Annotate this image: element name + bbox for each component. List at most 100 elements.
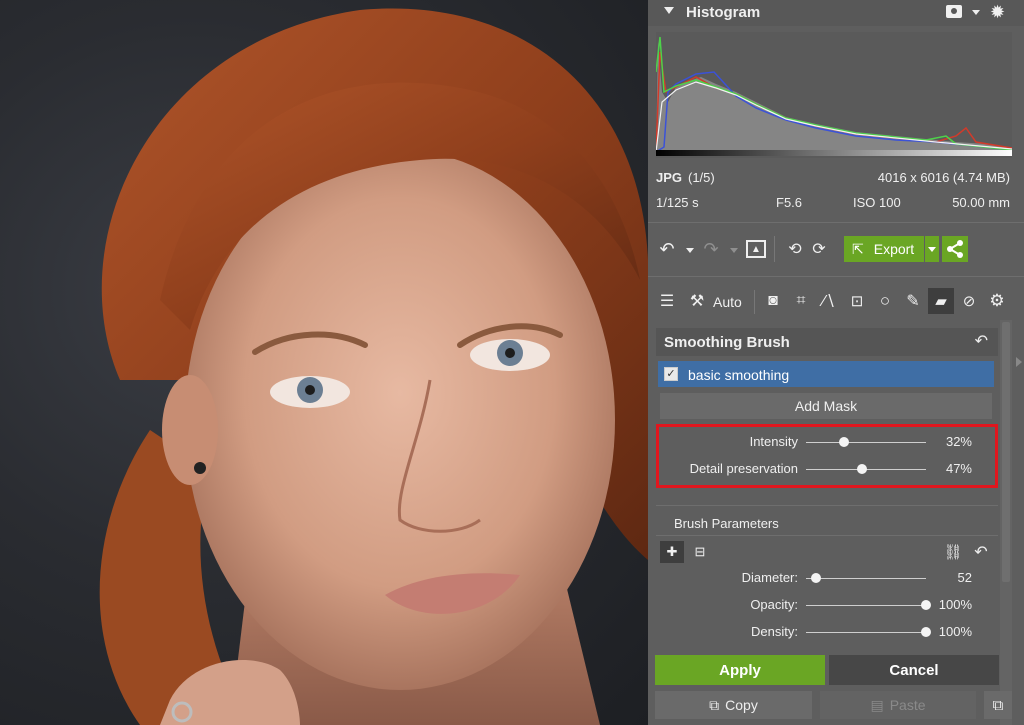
divider [656, 535, 998, 536]
histogram-settings-gear-icon[interactable]: ✹ [990, 3, 1005, 21]
apply-label: Apply [719, 661, 761, 679]
slider-handle[interactable] [921, 600, 931, 610]
divider [648, 222, 1024, 223]
image-compare-icon[interactable]: ▲ [746, 240, 766, 258]
file-index: (1/5) [688, 170, 715, 185]
divider [648, 276, 1024, 277]
mask-checkbox[interactable]: ✓ [664, 367, 678, 381]
exif-aperture: F5.6 [776, 195, 803, 210]
smoothing-brush-icon[interactable]: ▰ [928, 288, 954, 314]
histogram-chart [655, 32, 1013, 158]
exif-shutter: 1/125 s [656, 195, 699, 210]
perspective-icon[interactable]: ∕∖ [818, 290, 840, 312]
slider-row[interactable]: Density: 100% [648, 622, 1024, 642]
slider-value: 52 [957, 570, 972, 585]
slider-value: 100% [938, 624, 972, 639]
brush-icon[interactable]: ✎ [902, 290, 924, 312]
redo-icon[interactable]: ↷ [700, 238, 722, 260]
cancel-label: Cancel [889, 661, 939, 679]
mask-list-item[interactable]: ✓ basic smoothing [658, 361, 994, 387]
brush-erase-icon[interactable]: ⊟ [688, 541, 712, 563]
apply-button[interactable]: Apply [655, 655, 825, 685]
slider-track[interactable] [806, 578, 926, 579]
panel-expand-arrow-icon[interactable] [1016, 357, 1022, 367]
tool-title: Smoothing Brush [664, 334, 790, 351]
slider-track[interactable] [806, 605, 926, 606]
histogram-header[interactable]: Histogram ✹ [648, 0, 1024, 26]
bandage-icon[interactable]: ⊘ [958, 290, 980, 312]
histogram-gradient-bar [656, 150, 1012, 156]
histogram-mode-icon[interactable] [946, 5, 962, 18]
photo-canvas[interactable] [0, 0, 648, 725]
brush-parameters-title: Brush Parameters [674, 516, 779, 531]
export-icon: ⇱ [852, 240, 864, 257]
copy-label: Copy [725, 697, 758, 713]
undo-dropdown-icon[interactable] [686, 248, 694, 253]
slider-row[interactable]: Detail preservation 47% [648, 459, 1024, 479]
mask-name: basic smoothing [688, 367, 790, 383]
exif-focal-length: 50.00 mm [952, 195, 1010, 210]
panel-scrollbar[interactable] [1000, 320, 1012, 725]
reset-brush-icon[interactable]: ↶ [970, 541, 992, 563]
copy-button[interactable]: ⧉ Copy [655, 691, 812, 719]
export-dropdown-button[interactable] [925, 236, 939, 262]
rotate-right-icon[interactable]: ⟳ [808, 238, 830, 260]
slider-track[interactable] [806, 632, 926, 633]
export-label: Export [873, 241, 915, 257]
slider-label: Diameter: [741, 570, 798, 585]
file-format: JPG [656, 170, 683, 185]
slider-value: 32% [945, 434, 972, 449]
magic-wand-icon[interactable]: ⚒ [686, 290, 708, 312]
link-icon[interactable]: ⛓ [942, 541, 964, 563]
share-button[interactable] [942, 236, 968, 262]
add-mask-button[interactable]: Add Mask [660, 393, 992, 419]
share-icon [947, 240, 963, 258]
collapse-triangle-icon[interactable] [664, 7, 674, 14]
right-panel: Histogram ✹ JPG (1/5) 4016 x 6016 (4.74 … [648, 0, 1024, 725]
slider-row[interactable]: Intensity 32% [648, 432, 1024, 452]
sliders-icon[interactable]: ☰ [656, 290, 678, 312]
file-dimensions: 4016 x 6016 (4.74 MB) [877, 170, 1010, 185]
reset-tool-icon[interactable]: ↶ [975, 331, 988, 351]
export-button[interactable]: ⇱ Export [844, 236, 924, 262]
histogram-title: Histogram [686, 4, 761, 21]
scrollbar-thumb[interactable] [1002, 322, 1010, 582]
add-mask-label: Add Mask [794, 398, 858, 414]
undo-icon[interactable]: ↶ [656, 238, 678, 260]
slider-label: Detail preservation [689, 461, 798, 476]
cancel-button[interactable]: Cancel [829, 655, 999, 685]
slider-handle[interactable] [857, 464, 867, 474]
chevron-down-icon [928, 247, 936, 252]
redo-dropdown-icon[interactable] [730, 248, 738, 253]
slider-handle[interactable] [839, 437, 849, 447]
tool-header[interactable]: Smoothing Brush ↶ [656, 328, 998, 356]
slider-label: Opacity: [750, 597, 798, 612]
slider-handle[interactable] [921, 627, 931, 637]
divider [774, 236, 775, 262]
paste-icon: ▤ [870, 696, 884, 713]
settings-gear-icon[interactable]: ⚙ [986, 290, 1008, 312]
copy-settings-icon[interactable]: ⧉ [984, 691, 1012, 719]
camera-icon[interactable]: ◙ [762, 290, 784, 312]
brush-add-icon[interactable]: ✚ [660, 541, 684, 563]
copy-icon: ⧉ [709, 696, 720, 713]
divider [656, 505, 998, 506]
auto-button[interactable]: Auto [713, 294, 742, 310]
paste-label: Paste [889, 697, 926, 713]
divider [754, 290, 755, 314]
slider-row[interactable]: Opacity: 100% [648, 595, 1024, 615]
slider-value: 47% [945, 461, 972, 476]
gradient-filter-icon[interactable]: ⊡ [846, 290, 868, 312]
slider-track[interactable] [806, 442, 926, 443]
crop-icon[interactable]: ⌗ [790, 290, 812, 312]
paste-button[interactable]: ▤ Paste [820, 691, 976, 719]
slider-label: Density: [751, 624, 798, 639]
slider-handle[interactable] [811, 573, 821, 583]
slider-label: Intensity [749, 434, 798, 449]
rotate-left-icon[interactable]: ⟲ [784, 238, 806, 260]
histogram-mode-dropdown-icon[interactable] [972, 10, 980, 15]
radial-filter-icon[interactable]: ○ [874, 290, 896, 312]
exif-iso: ISO 100 [853, 195, 901, 210]
slider-row[interactable]: Diameter: 52 [648, 568, 1024, 588]
portrait-image [99, 8, 648, 725]
